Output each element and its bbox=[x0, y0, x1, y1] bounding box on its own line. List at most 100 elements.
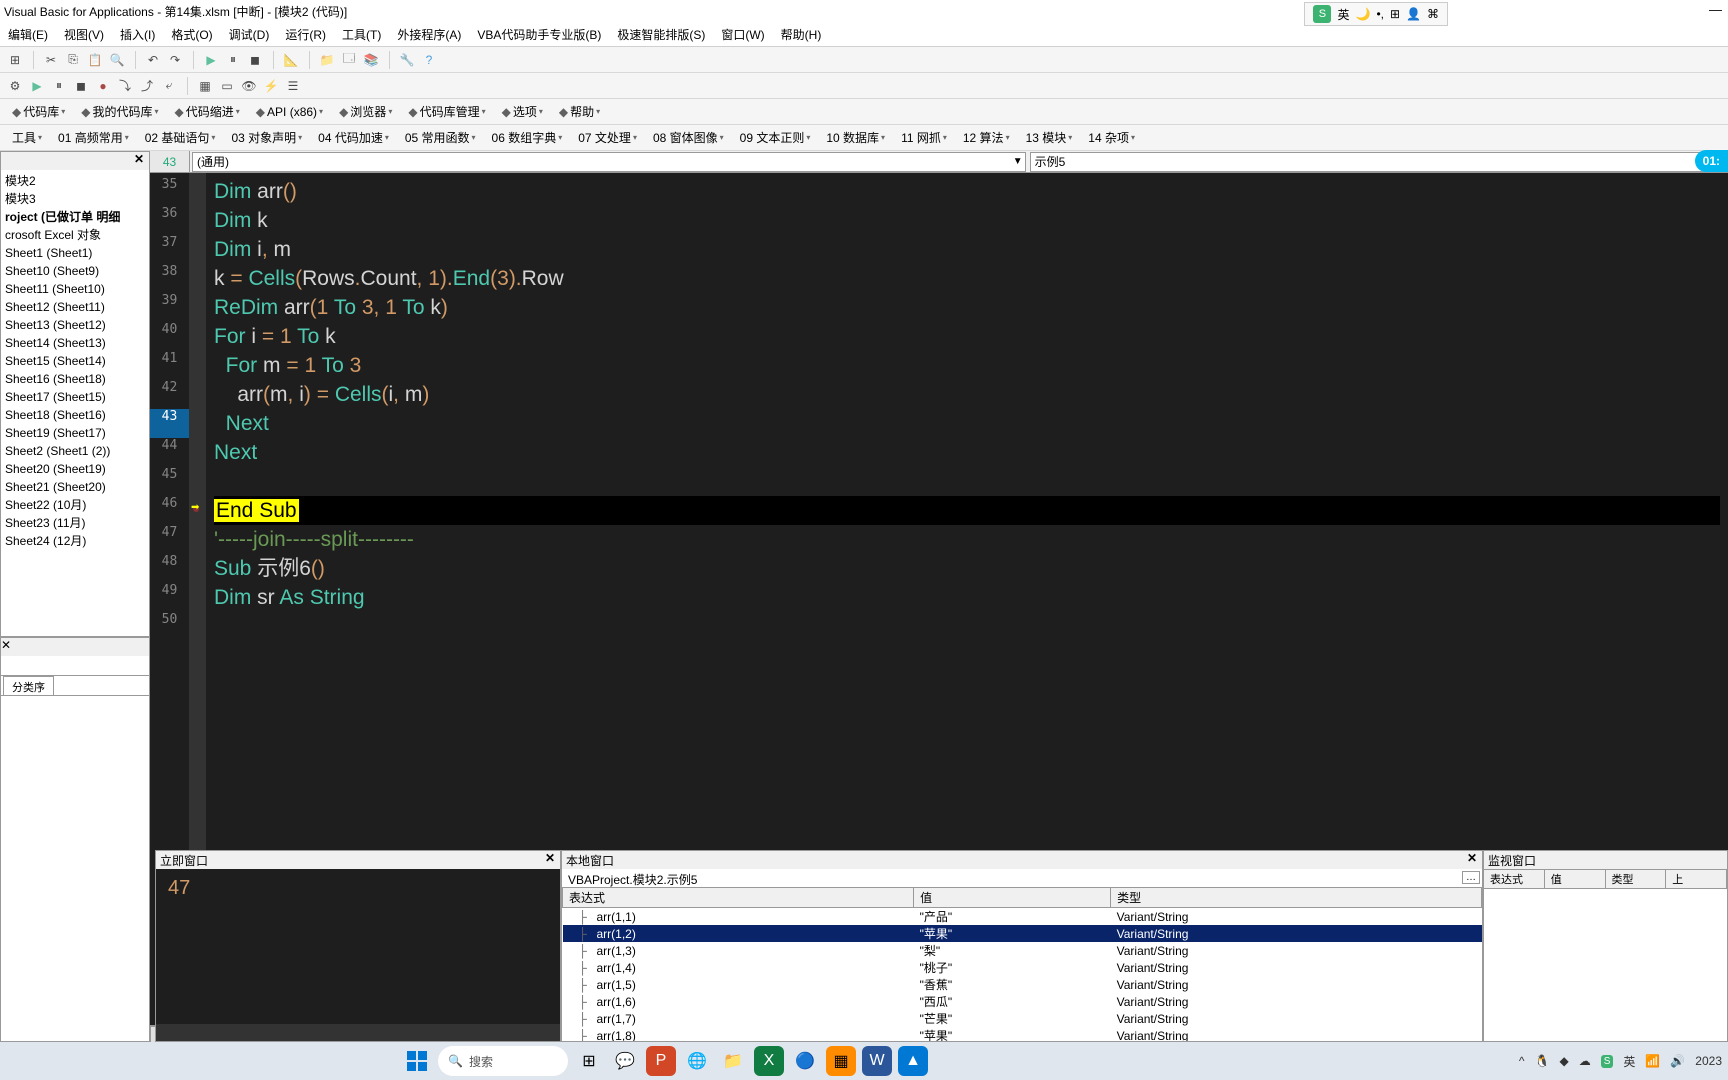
column-header[interactable]: 表达式 bbox=[563, 888, 914, 908]
onedrive-icon[interactable]: ☁ bbox=[1579, 1054, 1591, 1068]
breakpoint-slot[interactable] bbox=[190, 612, 206, 641]
tree-item[interactable]: Sheet12 (Sheet11) bbox=[1, 298, 149, 316]
column-header[interactable]: 值 bbox=[1545, 870, 1606, 888]
toolbar-button[interactable]: ◆ 代码库 ▾ bbox=[6, 101, 71, 122]
view-excel-icon[interactable]: ⊞ bbox=[6, 51, 24, 69]
tree-item[interactable]: Sheet11 (Sheet10) bbox=[1, 280, 149, 298]
breakpoint-slot[interactable] bbox=[190, 293, 206, 322]
properties-icon[interactable]: 🗔 bbox=[340, 51, 358, 69]
quickwatch-icon[interactable]: ⚡ bbox=[262, 77, 280, 95]
line-number[interactable]: 37 bbox=[150, 235, 189, 264]
line-number[interactable]: 47 bbox=[150, 525, 189, 554]
tree-item[interactable]: roject (已做订单 明细 bbox=[1, 208, 149, 226]
moon-icon[interactable]: 🌙 bbox=[1355, 7, 1370, 21]
category-button[interactable]: 08 窗体图像 ▾ bbox=[647, 127, 730, 148]
toolbar-button[interactable]: ◆ 我的代码库 ▾ bbox=[75, 101, 164, 122]
close-icon[interactable]: ✕ bbox=[131, 152, 147, 168]
break-icon[interactable]: ⏸ bbox=[224, 51, 242, 69]
locals-table[interactable]: 表达式值类型 ├arr(1,1)"产品"Variant/String├arr(1… bbox=[562, 887, 1482, 1041]
tree-item[interactable]: Sheet10 (Sheet9) bbox=[1, 262, 149, 280]
project-tree[interactable]: 模块2模块3roject (已做订单 明细crosoft Excel 对象She… bbox=[1, 170, 149, 636]
ime-grid-icon[interactable]: ⊞ bbox=[1390, 7, 1400, 21]
object-browser-icon[interactable]: 📚 bbox=[362, 51, 380, 69]
menu-item[interactable]: 格式(O) bbox=[163, 24, 220, 45]
sogou-icon[interactable]: S bbox=[1601, 1055, 1614, 1068]
locals-row[interactable]: ├arr(1,2)"苹果"Variant/String bbox=[563, 925, 1482, 942]
column-header[interactable]: 类型 bbox=[1606, 870, 1667, 888]
tree-item[interactable]: Sheet16 (Sheet18) bbox=[1, 370, 149, 388]
compile-icon[interactable]: ⚙ bbox=[6, 77, 24, 95]
menu-item[interactable]: 极速智能排版(S) bbox=[609, 24, 713, 45]
ime-menu-icon[interactable]: ⌘ bbox=[1427, 7, 1439, 21]
locals-row[interactable]: ├arr(1,3)"梨"Variant/String bbox=[563, 942, 1482, 959]
code-line[interactable]: '-----join-----split-------- bbox=[214, 525, 1720, 554]
callstack-icon[interactable]: ☰ bbox=[284, 77, 302, 95]
category-button[interactable]: 06 数组字典 ▾ bbox=[486, 127, 569, 148]
context-menu-button[interactable]: … bbox=[1462, 871, 1480, 884]
close-icon[interactable]: ✕ bbox=[542, 851, 558, 865]
category-button[interactable]: 01 高频常用 ▾ bbox=[52, 127, 135, 148]
tree-item[interactable]: Sheet14 (Sheet13) bbox=[1, 334, 149, 352]
line-number[interactable]: 41 bbox=[150, 351, 189, 380]
category-button[interactable]: 10 数据库 ▾ bbox=[820, 127, 891, 148]
toolbar-button[interactable]: ◆ 浏览器 ▾ bbox=[333, 101, 398, 122]
immediate-scrollbar[interactable] bbox=[156, 1024, 560, 1041]
run-icon[interactable]: ▶ bbox=[202, 51, 220, 69]
copy-icon[interactable]: ⎘ bbox=[64, 51, 82, 69]
object-dropdown[interactable]: (通用)▼ bbox=[192, 152, 1026, 172]
start-button[interactable] bbox=[402, 1046, 432, 1076]
immediate-icon[interactable]: ▭ bbox=[218, 77, 236, 95]
tree-item[interactable]: Sheet21 (Sheet20) bbox=[1, 478, 149, 496]
line-number[interactable]: 36 bbox=[150, 206, 189, 235]
volume-icon[interactable]: 🔊 bbox=[1670, 1054, 1685, 1068]
locals-row[interactable]: ├arr(1,8)"苹果"Variant/String bbox=[563, 1027, 1482, 1041]
design-mode-icon[interactable]: 📐 bbox=[282, 51, 300, 69]
code-line[interactable]: Next bbox=[214, 438, 1720, 467]
category-button[interactable]: 07 文处理 ▾ bbox=[572, 127, 643, 148]
ime-toolbar[interactable]: S 英 🌙 •, ⊞ 👤 ⌘ bbox=[1304, 2, 1448, 26]
wechat-icon[interactable]: 💬 bbox=[610, 1046, 640, 1076]
code-line[interactable]: ReDim arr(1 To 3, 1 To k) bbox=[214, 293, 1720, 322]
locals-icon[interactable]: ▦ bbox=[196, 77, 214, 95]
code-line[interactable]: Dim k bbox=[214, 206, 1720, 235]
locals-row[interactable]: ├arr(1,5)"香蕉"Variant/String bbox=[563, 976, 1482, 993]
menu-item[interactable]: VBA代码助手专业版(B) bbox=[469, 24, 609, 45]
tree-item[interactable]: Sheet15 (Sheet14) bbox=[1, 352, 149, 370]
menu-item[interactable]: 工具(T) bbox=[334, 24, 389, 45]
breakpoint-slot[interactable] bbox=[190, 467, 206, 496]
line-number[interactable]: 50 bbox=[150, 612, 189, 641]
immediate-body[interactable]: 47 bbox=[156, 869, 560, 1024]
help-icon[interactable]: ? bbox=[420, 51, 438, 69]
column-header[interactable]: 类型 bbox=[1111, 888, 1482, 908]
code-line[interactable]: End Sub bbox=[214, 496, 1720, 525]
tree-item[interactable]: Sheet20 (Sheet19) bbox=[1, 460, 149, 478]
tree-item[interactable]: Sheet17 (Sheet15) bbox=[1, 388, 149, 406]
line-number[interactable]: 46 bbox=[150, 496, 189, 525]
paste-icon[interactable]: 📋 bbox=[86, 51, 104, 69]
menu-item[interactable]: 调试(D) bbox=[221, 24, 278, 45]
menu-item[interactable]: 编辑(E) bbox=[0, 24, 56, 45]
breakpoint-slot[interactable] bbox=[190, 235, 206, 264]
menu-item[interactable]: 视图(V) bbox=[56, 24, 112, 45]
breakpoint-slot[interactable] bbox=[190, 525, 206, 554]
breakpoint-slot[interactable] bbox=[190, 264, 206, 293]
tree-item[interactable]: Sheet19 (Sheet17) bbox=[1, 424, 149, 442]
breakpoint-slot[interactable] bbox=[190, 177, 206, 206]
reset-icon[interactable]: ◼ bbox=[246, 51, 264, 69]
close-icon[interactable]: ✕ bbox=[1, 638, 11, 652]
run-sub-icon[interactable]: ▶ bbox=[28, 77, 46, 95]
locals-row[interactable]: ├arr(1,4)"桃子"Variant/String bbox=[563, 959, 1482, 976]
breakpoint-slot[interactable] bbox=[190, 554, 206, 583]
tree-item[interactable]: Sheet2 (Sheet1 (2)) bbox=[1, 442, 149, 460]
ime-lang[interactable]: 英 bbox=[1337, 6, 1349, 23]
excel-icon[interactable]: X bbox=[754, 1046, 784, 1076]
code-line[interactable]: Dim arr() bbox=[214, 177, 1720, 206]
explorer-icon[interactable]: 📁 bbox=[718, 1046, 748, 1076]
locals-row[interactable]: ├arr(1,7)"芒果"Variant/String bbox=[563, 1010, 1482, 1027]
tree-item[interactable]: Sheet13 (Sheet12) bbox=[1, 316, 149, 334]
code-line[interactable] bbox=[214, 612, 1720, 641]
column-header[interactable]: 上 bbox=[1666, 870, 1727, 888]
line-number[interactable]: 42 bbox=[150, 380, 189, 409]
cut-icon[interactable]: ✂ bbox=[42, 51, 60, 69]
category-button[interactable]: 05 常用函数 ▾ bbox=[399, 127, 482, 148]
